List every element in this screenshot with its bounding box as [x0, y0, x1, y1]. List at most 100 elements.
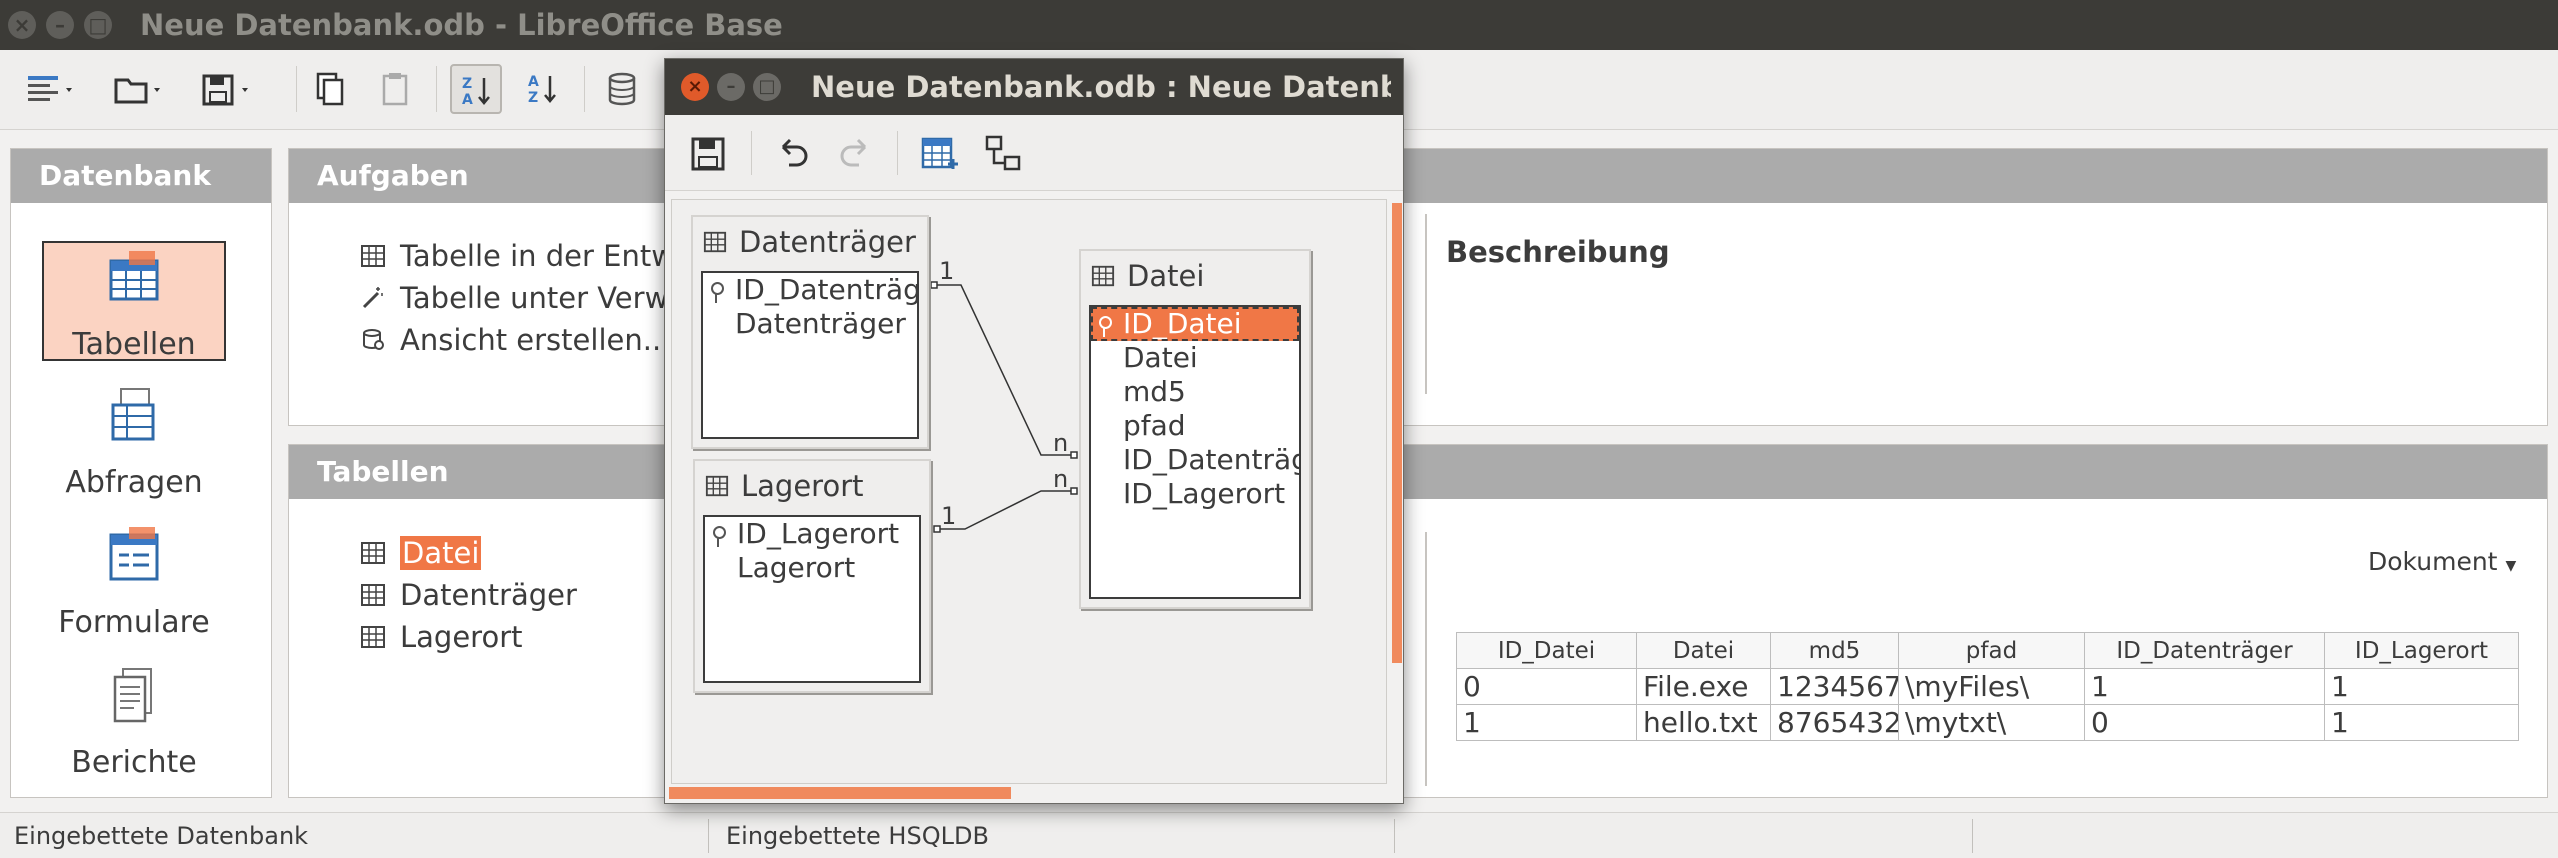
minimize-window-icon[interactable]: –: [46, 11, 74, 39]
table-cell[interactable]: 87654321: [1770, 704, 1899, 741]
field-item-primary-key[interactable]: ID_Datei: [1091, 307, 1299, 341]
window-title: Neue Datenbank.odb - LibreOffice Base: [140, 8, 783, 42]
table-window-header[interactable]: Datei: [1081, 251, 1309, 301]
dialog-maximize-icon[interactable]: □: [753, 73, 781, 101]
table-cell[interactable]: 12345678: [1770, 668, 1899, 705]
table-cell[interactable]: 0: [1456, 668, 1637, 705]
status-engine: Eingebettete HSQLDB: [726, 822, 989, 850]
column-header[interactable]: pfad: [1898, 632, 2085, 669]
table-item-label: Datei: [400, 536, 482, 570]
dialog-minimize-icon[interactable]: –: [717, 73, 745, 101]
field-item-primary-key[interactable]: ID_Datenträger: [703, 273, 917, 307]
svg-text:A: A: [462, 92, 473, 108]
table-grid-icon: [705, 475, 729, 497]
preview-table: ID_Datei Datei md5 pfad ID_Datenträger I…: [1456, 632, 2519, 741]
field-item[interactable]: pfad: [1091, 409, 1299, 443]
add-tables-icon[interactable]: [915, 129, 963, 177]
wizard-wand-icon: [362, 287, 383, 309]
horizontal-scrollbar[interactable]: [669, 787, 1011, 799]
table-row[interactable]: 0 File.exe 12345678 \myFiles\ 1 1: [1456, 668, 2519, 705]
field-list: ID_Lagerort Lagerort: [703, 515, 921, 683]
field-item[interactable]: Datenträger: [703, 307, 917, 341]
svg-text:Z: Z: [462, 76, 472, 92]
table-grid-icon: [703, 231, 727, 253]
table-window-datentraeger[interactable]: Datenträger ID_Datenträger Datenträger: [691, 215, 929, 449]
table-cell[interactable]: 1: [2324, 704, 2519, 741]
sidebar-item-tables[interactable]: Tabellen: [42, 241, 226, 362]
relation-cardinality-one: 1: [941, 502, 957, 530]
table-window-title: Datenträger: [739, 225, 916, 259]
maximize-window-icon[interactable]: □: [84, 11, 112, 39]
relation-cardinality-many: n: [1053, 465, 1069, 493]
sort-ascending-icon[interactable]: ZA: [450, 64, 502, 114]
table-row[interactable]: 1 hello.txt 87654321 \mytxt\ 0 1: [1456, 704, 2519, 741]
tasks-title: Aufgaben: [289, 149, 2547, 203]
column-header[interactable]: Datei: [1636, 632, 1771, 669]
table-window-header[interactable]: Lagerort: [695, 461, 929, 511]
dialog-close-icon[interactable]: ×: [681, 73, 709, 101]
field-item[interactable]: Lagerort: [705, 551, 919, 585]
table-cell[interactable]: \myFiles\: [1898, 668, 2085, 705]
redo-icon[interactable]: [831, 129, 879, 177]
sidebar-item-queries[interactable]: Abfragen: [42, 381, 226, 501]
relation-cardinality-one: 1: [939, 257, 955, 285]
field-item[interactable]: ID_Datenträger: [1091, 443, 1299, 477]
field-item[interactable]: ID_Lagerort: [1091, 477, 1299, 511]
table-cell[interactable]: 1: [2324, 668, 2519, 705]
sidebar-item-label: Abfragen: [65, 465, 203, 500]
sidebar-title: Datenbank: [11, 149, 271, 203]
table-window-lagerort[interactable]: Lagerort ID_Lagerort Lagerort: [693, 459, 931, 693]
table-item-datentraeger[interactable]: Datenträger: [360, 575, 577, 615]
database-icon[interactable]: [598, 64, 650, 114]
table-cell[interactable]: 0: [2084, 704, 2325, 741]
column-header[interactable]: ID_Lagerort: [2324, 632, 2519, 669]
table-item-lagerort[interactable]: Lagerort: [360, 617, 523, 657]
vertical-scrollbar[interactable]: [1392, 203, 1402, 663]
table-window-header[interactable]: Datenträger: [693, 217, 927, 267]
sort-descending-icon[interactable]: AZ: [518, 64, 570, 114]
table-cell[interactable]: \mytxt\: [1898, 704, 2085, 741]
copy-icon[interactable]: [304, 64, 356, 114]
table-cell[interactable]: File.exe: [1636, 668, 1771, 705]
table-cell[interactable]: 1: [2084, 668, 2325, 705]
dialog-toolbar: [665, 115, 1403, 191]
table-grid-icon: [361, 245, 385, 267]
new-relation-icon[interactable]: [979, 129, 1027, 177]
task-label: Ansicht erstellen...: [400, 323, 671, 357]
open-folder-icon[interactable]: [110, 64, 162, 114]
forms-icon: [109, 527, 159, 581]
table-cell[interactable]: 1: [1456, 704, 1637, 741]
paste-icon[interactable]: [370, 64, 422, 114]
sidebar-item-forms[interactable]: Formulare: [42, 521, 226, 641]
field-item-primary-key[interactable]: ID_Lagerort: [705, 517, 919, 551]
sidebar-item-label: Formulare: [58, 605, 210, 640]
table-window-title: Datei: [1127, 259, 1205, 293]
table-window-datei[interactable]: Datei ID_Datei Datei md5 pfad ID_Datentr…: [1079, 249, 1311, 609]
preview-mode-label: Dokument: [2368, 547, 2498, 576]
sidebar-item-reports[interactable]: Berichte: [42, 661, 226, 781]
column-header[interactable]: md5: [1770, 632, 1899, 669]
field-list: ID_Datenträger Datenträger: [701, 271, 919, 439]
task-create-view[interactable]: Ansicht erstellen...: [360, 320, 670, 360]
view-icon: [363, 329, 384, 350]
column-header[interactable]: ID_Datei: [1456, 632, 1637, 669]
table-item-label: Lagerort: [400, 620, 523, 654]
tables-title: Tabellen: [289, 445, 2547, 499]
queries-icon: [111, 388, 155, 441]
tables-panel: Tabellen: [288, 444, 2548, 798]
undo-icon[interactable]: [769, 129, 817, 177]
sidebar-panel: Datenbank Tabellen Abfragen Formulare Be…: [10, 148, 272, 798]
description-label: Beschreibung: [1446, 235, 1670, 269]
column-header[interactable]: ID_Datenträger: [2084, 632, 2325, 669]
close-window-icon[interactable]: ×: [8, 11, 36, 39]
tables-icon: [109, 251, 159, 301]
table-cell[interactable]: hello.txt: [1636, 704, 1771, 741]
new-document-icon[interactable]: [22, 64, 74, 114]
svg-text:Z: Z: [528, 90, 538, 106]
field-item[interactable]: Datei: [1091, 341, 1299, 375]
save-icon[interactable]: [685, 129, 733, 177]
table-item-datei[interactable]: Datei: [360, 533, 482, 573]
preview-mode-dropdown[interactable]: Dokument ▼: [2368, 547, 2516, 576]
save-icon[interactable]: [198, 64, 250, 114]
field-item[interactable]: md5: [1091, 375, 1299, 409]
